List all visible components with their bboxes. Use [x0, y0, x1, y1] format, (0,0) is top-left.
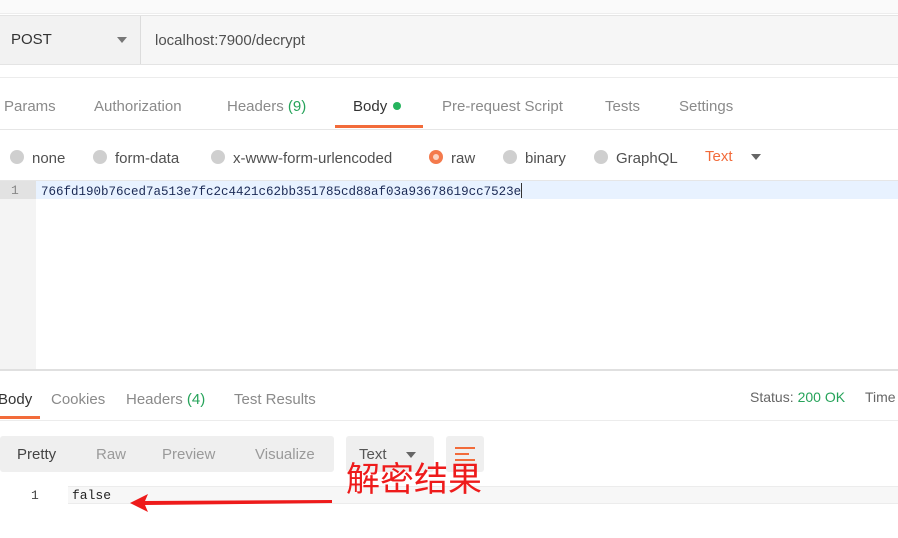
status-dot-icon	[393, 102, 402, 110]
view-pretty-button[interactable]: Pretty	[17, 446, 56, 463]
url-bar: POST	[0, 15, 898, 65]
response-tab-headers-count: (4)	[186, 391, 206, 408]
response-tab-headers[interactable]: Headers (4)	[126, 391, 205, 408]
raw-format-select[interactable]: Text	[705, 148, 733, 165]
chevron-down-icon[interactable]	[751, 154, 761, 160]
status-badge[interactable]: 200 OK	[798, 389, 845, 405]
response-time-label[interactable]: Time	[865, 389, 896, 405]
radio-form-data[interactable]	[93, 150, 107, 164]
response-tab-headers-label: Headers	[126, 391, 183, 408]
tab-headers-count: (9)	[287, 98, 307, 115]
radio-graphql-label: GraphQL	[616, 150, 678, 167]
spacer	[0, 66, 898, 78]
response-tab-cookies[interactable]: Cookies	[51, 391, 105, 408]
annotation-label: 解密结果	[346, 460, 482, 500]
view-preview-button[interactable]: Preview	[162, 446, 215, 463]
view-raw-button[interactable]: Raw	[96, 446, 126, 463]
tab-settings[interactable]: Settings	[679, 98, 733, 115]
line-number: 1	[11, 183, 19, 198]
response-body-text[interactable]: false	[72, 488, 111, 503]
active-tab-underline	[335, 125, 423, 128]
view-visualize-button[interactable]: Visualize	[255, 446, 315, 463]
text-cursor	[521, 183, 523, 198]
tab-headers[interactable]: Headers (9)	[227, 98, 306, 115]
method-select[interactable]: POST	[0, 16, 141, 64]
request-body-editor[interactable]: 1 766fd190b76ced7a513e7fc2c4421c62bb3517…	[0, 180, 898, 370]
tab-body-label: Body	[353, 98, 388, 115]
response-line-number: 1	[31, 488, 39, 503]
active-tab-underline	[0, 416, 40, 419]
tab-authorization[interactable]: Authorization	[94, 98, 182, 115]
editor-gutter	[0, 181, 36, 370]
tab-body[interactable]: Body	[353, 98, 402, 115]
radio-graphql[interactable]	[594, 150, 608, 164]
status-label: Status:	[750, 389, 794, 405]
radio-binary[interactable]	[503, 150, 517, 164]
request-body-text[interactable]: 766fd190b76ced7a513e7fc2c4421c62bb351785…	[41, 183, 523, 199]
request-tabs: Params Authorization Headers (9) Body Pr…	[0, 86, 898, 130]
radio-form-data-label: form-data	[115, 150, 180, 167]
tab-pre-request-script[interactable]: Pre-request Script	[442, 98, 563, 115]
radio-none[interactable]	[10, 150, 24, 164]
view-mode-group: Pretty Raw Preview Visualize	[0, 436, 334, 472]
method-label: POST	[11, 31, 52, 48]
radio-raw[interactable]	[429, 150, 443, 164]
request-body-content: 766fd190b76ced7a513e7fc2c4421c62bb351785…	[41, 185, 522, 199]
radio-raw-label: raw	[451, 150, 476, 167]
response-tab-test-results[interactable]: Test Results	[234, 391, 316, 408]
window-top-strip	[0, 0, 898, 14]
annotation-arrow-icon	[130, 494, 332, 512]
wrap-lines-icon	[455, 447, 475, 449]
url-input[interactable]	[142, 16, 898, 64]
radio-urlencoded-label: x-www-form-urlencoded	[233, 150, 393, 167]
tab-headers-label: Headers	[227, 98, 284, 115]
response-status: Status: 200 OK	[750, 389, 845, 405]
radio-none-label: none	[32, 150, 66, 167]
tab-tests[interactable]: Tests	[605, 98, 640, 115]
chevron-down-icon	[117, 37, 127, 43]
response-tabs: Body Cookies Headers (4) Test Results St…	[0, 371, 898, 421]
tab-params[interactable]: Params	[4, 98, 56, 115]
response-tab-body[interactable]: Body	[0, 391, 32, 408]
radio-binary-label: binary	[525, 150, 566, 167]
radio-urlencoded[interactable]	[211, 150, 225, 164]
